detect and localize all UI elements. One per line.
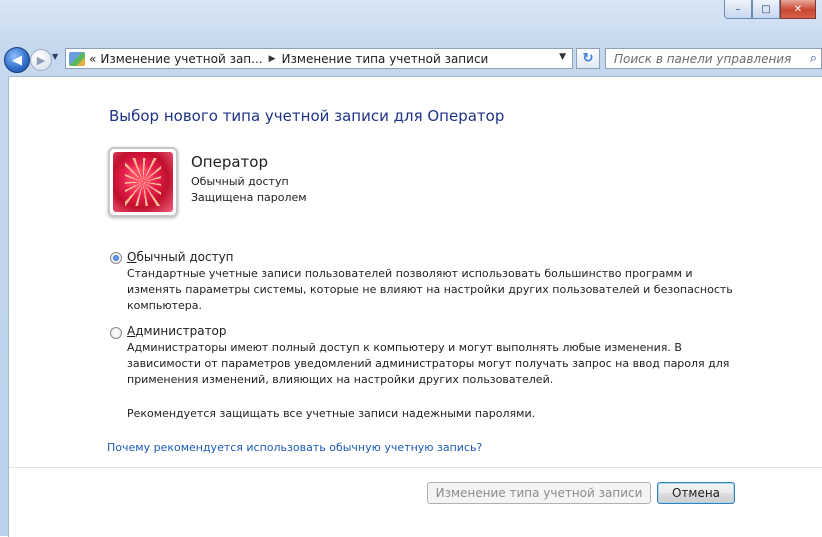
navigation-bar: ◀ ▶ ▼ « Изменение учетной зап... ▶ Измен… bbox=[0, 42, 822, 76]
maximize-button[interactable]: □ bbox=[752, 0, 780, 19]
standard-user-radio[interactable] bbox=[110, 252, 122, 264]
search-icon[interactable]: ⌕ bbox=[810, 51, 817, 66]
search-placeholder: Поиск в панели управления bbox=[614, 51, 792, 66]
window-controls: – □ ✕ bbox=[724, 0, 816, 19]
minimize-button[interactable]: – bbox=[724, 0, 752, 19]
standard-user-label[interactable]: Обычный доступ bbox=[127, 250, 234, 264]
close-button[interactable]: ✕ bbox=[780, 0, 816, 19]
search-input[interactable]: Поиск в панели управления ⌕ bbox=[605, 48, 822, 69]
content-pane: Выбор нового типа учетной записи для Опе… bbox=[8, 76, 822, 537]
password-recommendation: Рекомендуется защищать все учетные запис… bbox=[127, 407, 536, 420]
forward-button[interactable]: ▶ bbox=[30, 49, 52, 71]
address-bar[interactable]: « Изменение учетной зап... ▶ Изменение т… bbox=[65, 48, 573, 69]
user-password-status: Защищена паролем bbox=[191, 191, 307, 204]
window-frame: – □ ✕ ◀ ▶ ▼ « Изменение учетной зап... ▶… bbox=[0, 0, 822, 537]
user-name: Оператор bbox=[191, 153, 268, 171]
administrator-radio[interactable] bbox=[110, 327, 122, 339]
back-button[interactable]: ◀ bbox=[4, 47, 30, 73]
divider bbox=[9, 467, 822, 468]
user-avatar bbox=[108, 147, 178, 217]
administrator-accel: А bbox=[127, 324, 136, 338]
page-title: Выбор нового типа учетной записи для Опе… bbox=[109, 107, 505, 125]
title-bar: – □ ✕ bbox=[0, 0, 822, 42]
change-account-type-button[interactable]: Изменение типа учетной записи bbox=[427, 482, 651, 504]
breadcrumb-change-type[interactable]: Изменение типа учетной записи bbox=[282, 52, 489, 66]
breadcrumb-separator-icon[interactable]: ▶ bbox=[269, 54, 276, 64]
cancel-button[interactable]: Отмена bbox=[657, 482, 735, 504]
flower-picture-icon bbox=[113, 152, 173, 212]
standard-user-label-text: бычный доступ bbox=[136, 250, 234, 264]
control-panel-icon bbox=[69, 51, 85, 66]
help-link[interactable]: Почему рекомендуется использовать обычну… bbox=[107, 441, 482, 454]
recent-pages-dropdown[interactable]: ▼ bbox=[52, 52, 62, 64]
standard-user-description: Стандартные учетные записи пользователей… bbox=[127, 267, 733, 312]
breadcrumb-overflow[interactable]: « bbox=[89, 52, 96, 66]
breadcrumb-user-accounts[interactable]: Изменение учетной зап... bbox=[100, 52, 262, 66]
user-account-type: Обычный доступ bbox=[191, 175, 289, 188]
refresh-button[interactable]: ↻ bbox=[576, 48, 600, 69]
address-dropdown-icon[interactable]: ▼ bbox=[559, 52, 566, 62]
administrator-description: Администраторы имеют полный доступ к ком… bbox=[127, 341, 730, 386]
administrator-label-text: дминистратор bbox=[135, 324, 227, 338]
administrator-label[interactable]: Администратор bbox=[127, 324, 227, 338]
